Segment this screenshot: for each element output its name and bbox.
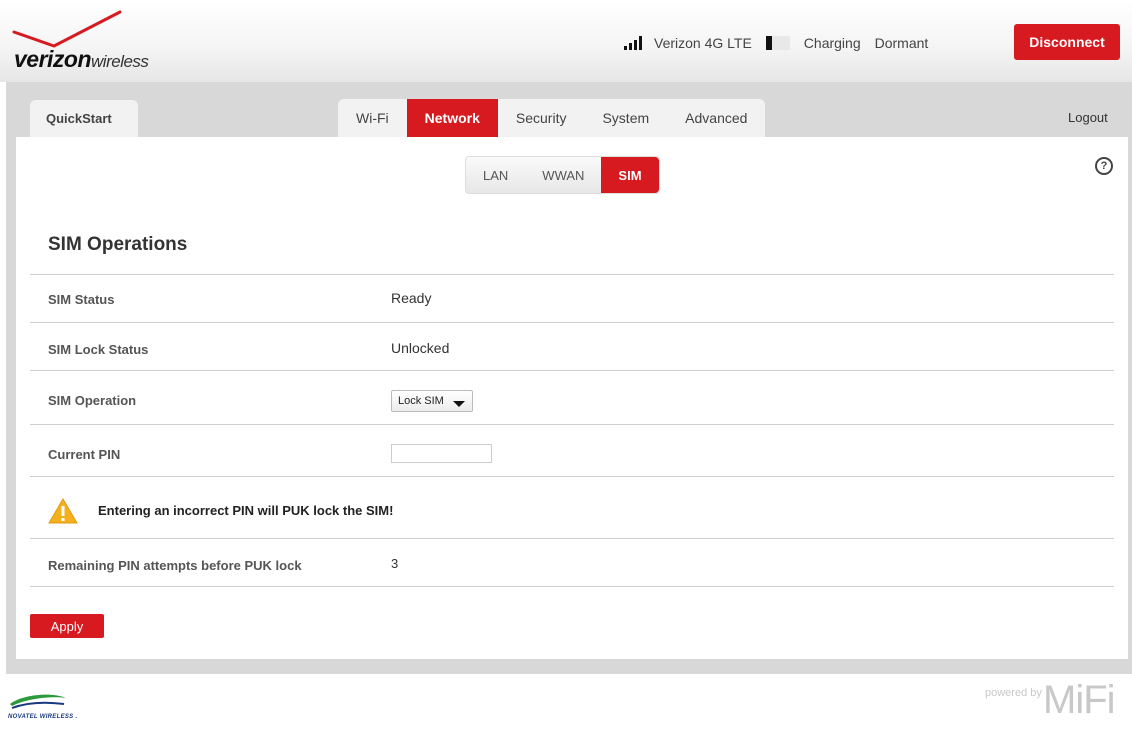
chevron-down-icon xyxy=(453,401,465,407)
help-icon[interactable]: ? xyxy=(1095,157,1113,175)
main-tabs: Wi-Fi Network Security System Advanced xyxy=(338,99,766,137)
logo-text-bold: verizon xyxy=(14,46,92,72)
divider xyxy=(30,370,1114,371)
mifi-text: MiFi xyxy=(1043,678,1116,722)
verizon-check-icon xyxy=(12,10,122,48)
sim-status-value: Ready xyxy=(391,290,432,306)
divider xyxy=(30,586,1114,587)
tab-system[interactable]: System xyxy=(584,99,667,137)
content-panel xyxy=(16,137,1128,659)
current-pin-label: Current PIN xyxy=(48,447,121,462)
page-title: SIM Operations xyxy=(48,234,188,255)
sim-operation-select[interactable]: Lock SIM xyxy=(391,390,473,412)
sim-lock-status-value: Unlocked xyxy=(391,340,450,356)
sub-tabs: LAN WWAN SIM xyxy=(465,156,660,194)
status-bar: Verizon 4G LTE Charging Dormant xyxy=(624,32,928,54)
novatel-logo-icon xyxy=(10,694,66,709)
subtab-lan[interactable]: LAN xyxy=(466,157,525,193)
battery-status: Charging xyxy=(803,35,861,51)
logo-text-light: wireless xyxy=(91,52,149,71)
battery-icon xyxy=(765,36,790,50)
current-pin-input[interactable] xyxy=(391,444,492,463)
novatel-logo-text: NOVATEL WIRELESS . xyxy=(8,714,78,720)
attempts-value: 3 xyxy=(391,556,399,571)
logout-link[interactable]: Logout xyxy=(1068,110,1108,125)
sim-status-label: SIM Status xyxy=(48,292,115,307)
tab-wifi[interactable]: Wi-Fi xyxy=(338,99,407,137)
sim-operation-label: SIM Operation xyxy=(48,393,137,408)
tab-network[interactable]: Network xyxy=(406,99,498,137)
divider xyxy=(30,322,1114,323)
disconnect-button[interactable]: Disconnect xyxy=(1014,24,1120,60)
powered-by-text: powered by xyxy=(985,687,1042,699)
tab-quickstart[interactable]: QuickStart xyxy=(30,100,138,137)
divider xyxy=(30,538,1114,539)
subtab-sim[interactable]: SIM xyxy=(601,157,659,193)
divider xyxy=(30,476,1114,477)
sim-lock-status-label: SIM Lock Status xyxy=(48,342,149,357)
warning-message: Entering an incorrect PIN will PUK lock … xyxy=(98,503,394,518)
warning-icon xyxy=(48,498,78,524)
tab-security[interactable]: Security xyxy=(498,99,585,137)
divider xyxy=(30,424,1114,425)
divider xyxy=(30,274,1114,275)
network-name: Verizon 4G LTE xyxy=(654,35,752,51)
attempts-label: Remaining PIN attempts before PUK lock xyxy=(48,558,302,573)
signal-bars-icon xyxy=(624,36,644,50)
sim-operation-selected: Lock SIM xyxy=(398,395,444,407)
connection-state: Dormant xyxy=(874,35,929,51)
tab-advanced[interactable]: Advanced xyxy=(667,99,765,137)
header: verizonwireless Verizon 4G LTE Charging … xyxy=(0,0,1132,82)
subtab-wwan[interactable]: WWAN xyxy=(525,157,601,193)
verizon-logo: verizonwireless xyxy=(12,10,182,72)
apply-button[interactable]: Apply xyxy=(30,614,104,638)
